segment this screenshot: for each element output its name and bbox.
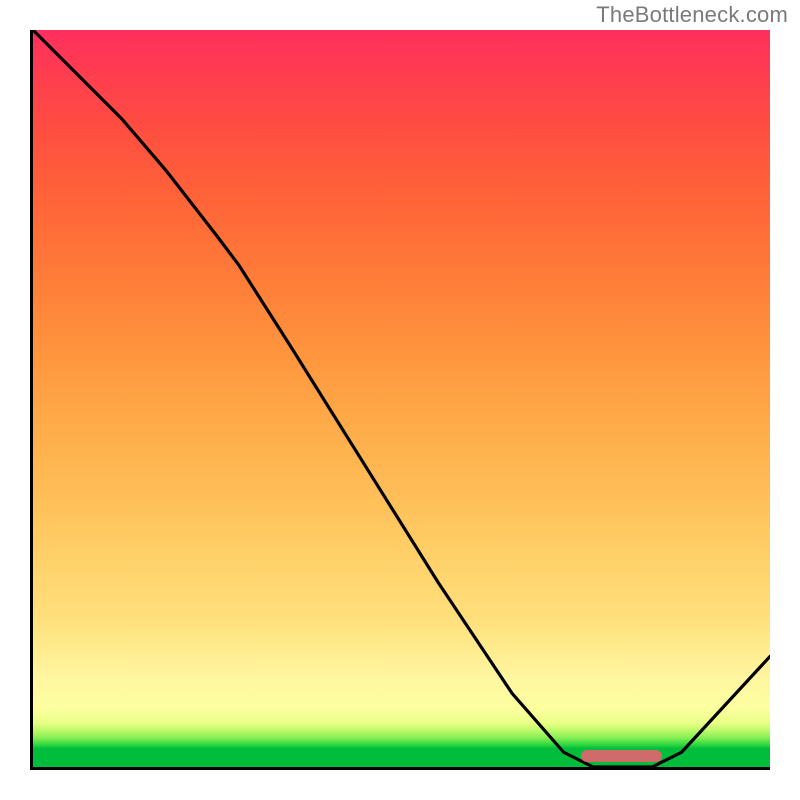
attribution-text: TheBottleneck.com	[596, 2, 788, 28]
minimum-marker	[581, 750, 662, 762]
chart-plot-area	[30, 30, 770, 770]
chart-line-series	[33, 30, 770, 767]
